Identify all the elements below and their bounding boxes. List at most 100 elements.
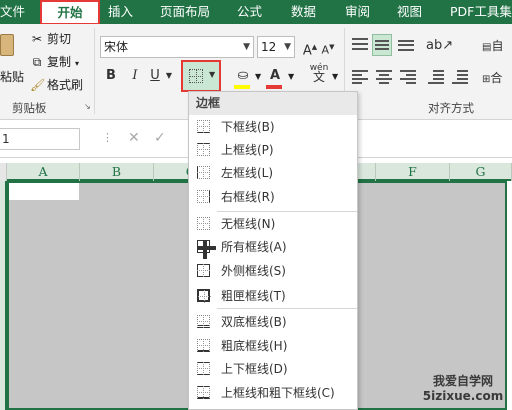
chevron-down-icon[interactable]: ▼ — [255, 72, 261, 81]
tab-page-layout[interactable]: 页面布局 — [160, 0, 210, 24]
font-color-button[interactable]: A — [264, 66, 286, 89]
menu-item-top-border[interactable]: 上框线(P) — [189, 139, 357, 161]
merge-center-button[interactable]: ⊞合 — [482, 68, 512, 90]
chevron-down-icon[interactable]: ▼ — [288, 72, 294, 81]
wrap-text-button[interactable]: ▤自 — [482, 36, 512, 58]
menu-item-label: 下框线(B) — [221, 120, 275, 134]
align-top-icon[interactable] — [352, 38, 368, 52]
fill-color-button[interactable]: ⛀ — [232, 66, 254, 89]
increase-font-size-button[interactable]: A▲ — [302, 37, 318, 59]
watermark: 我爱自学网 5izixue.com — [418, 372, 508, 403]
font-color-icon: A — [269, 68, 281, 83]
column-header-b[interactable]: B — [80, 163, 154, 181]
menu-item-double-bottom-border[interactable]: 双底框线(B) — [189, 311, 357, 333]
chevron-down-icon[interactable]: ▼ — [165, 66, 173, 88]
italic-button[interactable]: I — [128, 66, 142, 88]
decrease-indent-icon[interactable] — [428, 70, 444, 84]
menu-item-label: 粗匣框线(T) — [221, 289, 286, 303]
border-top-icon — [197, 143, 210, 156]
cut-label: 剪切 — [47, 32, 72, 46]
menu-item-label: 外侧框线(S) — [221, 264, 286, 278]
borders-dropdown-menu: 边框 下框线(B) 上框线(P) 左框线(L) 右框线(R) 无框线(N) 所有… — [188, 91, 358, 410]
decrease-font-size-button[interactable]: A▼ — [320, 37, 336, 59]
tab-data[interactable]: 数据 — [291, 0, 316, 24]
tab-pdf-tools[interactable]: PDF工具集 — [450, 0, 512, 24]
menu-item-label: 所有框线(A) — [221, 240, 287, 254]
copy-label: 复制 — [47, 55, 72, 69]
paste-button[interactable]: 粘贴 — [0, 30, 24, 90]
border-none-icon — [197, 217, 210, 230]
font-color-swatch — [266, 85, 282, 89]
increase-indent-icon[interactable] — [452, 70, 468, 84]
select-all-corner[interactable] — [0, 163, 7, 181]
chevron-down-icon[interactable]: ▼ — [332, 72, 338, 81]
align-right-icon[interactable] — [400, 70, 416, 84]
menu-item-top-thick-bottom-border[interactable]: 上框线和粗下框线(C) — [189, 382, 357, 404]
phonetic-icon: 文 — [312, 70, 325, 84]
vertical-dots-icon: ⋮ — [102, 131, 113, 144]
cancel-icon[interactable]: ✕ — [128, 130, 140, 146]
menu-item-top-bottom-border[interactable]: 上下框线(D) — [189, 358, 357, 380]
menu-item-left-border[interactable]: 左框线(L) — [189, 162, 357, 184]
menu-item-label: 上框线(P) — [221, 143, 274, 157]
tab-home[interactable]: 开始 — [40, 0, 100, 25]
paste-icon — [0, 34, 14, 56]
borders-icon — [189, 69, 203, 83]
menu-item-label: 右框线(R) — [221, 190, 275, 204]
tab-view[interactable]: 视图 — [397, 0, 422, 24]
format-painter-button[interactable]: 🖌 格式刷 — [30, 76, 83, 93]
copy-button[interactable]: ⧉ 复制 ▾ — [30, 53, 79, 70]
border-bottom-icon — [197, 120, 210, 133]
bold-button[interactable]: B — [104, 66, 118, 88]
group-separator — [94, 28, 95, 114]
orientation-button[interactable]: ab↗ — [426, 36, 453, 58]
paste-label: 粘贴 — [0, 70, 25, 84]
menu-item-outside-borders[interactable]: 外侧框线(S) — [189, 260, 357, 282]
align-center-icon[interactable] — [376, 70, 392, 84]
column-header-g[interactable]: G — [450, 163, 512, 181]
chevron-down-icon: ▼ — [243, 42, 250, 52]
menu-separator — [217, 211, 357, 212]
align-left-icon[interactable] — [352, 70, 368, 84]
ribbon-tab-bar: 文件 开始 插入 页面布局 公式 数据 审阅 视图 PDF工具集 — [0, 0, 512, 25]
font-size-select[interactable]: 12 ▼ — [257, 36, 295, 58]
column-header-a[interactable]: A — [7, 163, 80, 181]
column-header-f[interactable]: F — [376, 163, 450, 181]
watermark-line-1: 我爱自学网 — [432, 374, 493, 388]
menu-item-label: 双底框线(B) — [221, 315, 287, 329]
borders-button[interactable]: ▼ — [181, 60, 221, 92]
font-name-select[interactable]: 宋体 ▼ — [100, 36, 254, 58]
tab-insert[interactable]: 插入 — [108, 0, 133, 24]
menu-item-label: 左框线(L) — [221, 166, 274, 180]
cut-button[interactable]: ✂ 剪切 — [30, 30, 71, 47]
underline-button[interactable]: U — [148, 66, 162, 88]
border-thick-box-icon — [197, 289, 211, 303]
phonetic-guide-button[interactable]: wén 文 — [308, 64, 330, 86]
row-headers — [0, 181, 7, 410]
confirm-icon[interactable]: ✓ — [154, 130, 166, 146]
copy-icon: ⧉ — [32, 55, 42, 69]
menu-item-label: 上下框线(D) — [221, 362, 288, 376]
menu-item-right-border[interactable]: 右框线(R) — [189, 186, 357, 208]
menu-item-no-border[interactable]: 无框线(N) — [189, 213, 357, 235]
menu-item-thick-box-border[interactable]: 粗匣框线(T) — [189, 285, 357, 307]
tab-formulas[interactable]: 公式 — [237, 0, 262, 24]
tab-review[interactable]: 审阅 — [345, 0, 370, 24]
border-right-icon — [197, 190, 210, 203]
menu-item-thick-bottom-border[interactable]: 粗底框线(H) — [189, 335, 357, 357]
font-name-value: 宋体 — [104, 40, 129, 54]
active-cell[interactable] — [9, 183, 79, 200]
align-middle-icon[interactable] — [372, 34, 392, 56]
menu-item-bottom-border[interactable]: 下框线(B) — [189, 116, 357, 138]
align-bottom-icon[interactable] — [398, 38, 414, 52]
menu-item-all-borders[interactable]: 所有框线(A) — [189, 236, 357, 259]
tab-file[interactable]: 文件 — [0, 0, 34, 24]
chevron-down-icon[interactable]: ▾ — [75, 59, 79, 68]
menu-header: 边框 — [189, 92, 357, 115]
name-box[interactable]: 1 — [0, 128, 80, 150]
chevron-down-icon: ▼ — [284, 42, 291, 52]
border-top-bottom-icon — [197, 362, 210, 375]
border-all-icon — [197, 240, 216, 259]
fill-color-swatch — [234, 85, 250, 89]
dialog-launcher-icon[interactable]: ↘ — [84, 102, 91, 111]
